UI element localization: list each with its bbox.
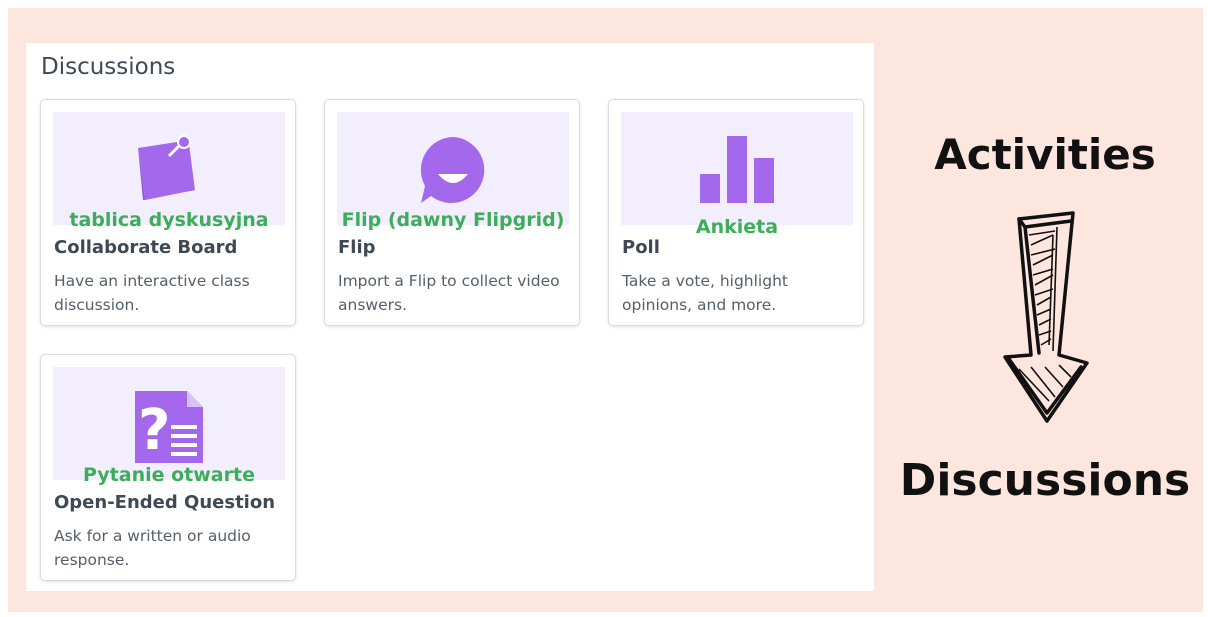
card-thumbnail: tablica dyskusyjna [53,112,285,231]
card-name: Poll [622,237,660,258]
card-thumbnail: Ankieta [621,112,853,238]
translation-overlay: Pytanie otwarte [83,464,255,486]
sticky-note-pin-icon [138,135,195,200]
annotation-to-label: Discussions [899,455,1191,506]
activity-card-collaborate-board[interactable]: tablica dyskusyjna Collaborate Board Hav… [40,99,296,326]
card-name: Collaborate Board [54,237,238,258]
activity-card-flip[interactable]: Flip (dawny Flipgrid) Flip Import a Flip… [324,99,580,326]
card-thumbnail: ? Pytanie otwarte [53,367,285,486]
activity-card-open-ended-question[interactable]: ? Pytanie otwarte Open-Ended Question As… [40,354,296,581]
question-document-icon: ? [135,391,203,463]
translation-overlay: Ankieta [695,216,779,238]
bar-chart-icon [700,136,774,203]
translation-overlay: Flip (dawny Flipgrid) [341,209,565,231]
annotation-from-label: Activities [934,130,1156,179]
card-name: Flip [338,237,376,258]
discussions-panel: Discussions tablica dyskusyjna Collabora… [26,43,874,591]
hand-drawn-down-arrow-icon [1003,211,1089,423]
activity-card-poll[interactable]: Ankieta Poll Take a vote, highlight opin… [608,99,864,326]
card-description: Ask for a written or audio response. [54,527,251,569]
card-description: Import a Flip to collect video answers. [338,272,560,314]
section-title: Discussions [41,54,176,80]
card-description: Have an interactive class discussion. [54,272,250,314]
card-thumbnail: Flip (dawny Flipgrid) [337,112,569,231]
card-description: Take a vote, highlight opinions, and mor… [622,272,788,314]
card-name: Open-Ended Question [54,492,276,513]
flip-logo-icon [420,137,485,203]
svg-text:?: ? [138,398,170,463]
translation-overlay: tablica dyskusyjna [69,209,269,231]
